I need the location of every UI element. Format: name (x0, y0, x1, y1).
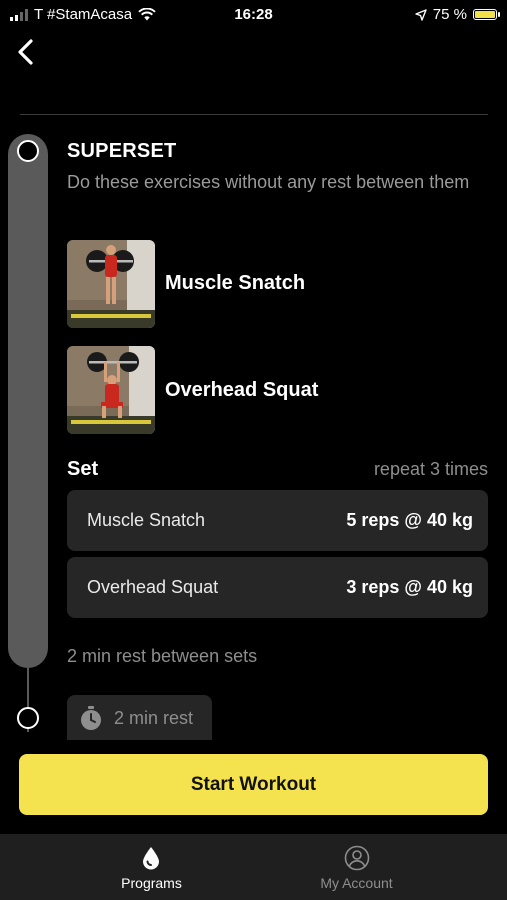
back-button[interactable] (12, 36, 40, 68)
header-divider (20, 114, 488, 115)
drop-icon (143, 847, 159, 870)
stopwatch-icon (81, 706, 101, 730)
battery-percent: 75 % (432, 6, 467, 23)
start-workout-button[interactable]: Start Workout (19, 754, 488, 815)
rest-chip: 2 min rest (67, 695, 212, 740)
exercise-thumbnail[interactable] (67, 240, 155, 328)
rest-chip-label: 2 min rest (114, 708, 194, 728)
exercise-name[interactable]: Muscle Snatch (165, 272, 305, 295)
user-icon (344, 845, 370, 871)
set-row-reps: 5 reps @ 40 kg (346, 510, 473, 530)
muscle-snatch-photo (67, 240, 155, 328)
superset-title: SUPERSET (67, 140, 177, 162)
chevron-left-icon (18, 39, 33, 65)
status-right: 75 % (415, 6, 500, 23)
overhead-squat-photo (67, 346, 155, 434)
set-row[interactable]: Overhead Squat 3 reps @ 40 kg (67, 557, 488, 618)
timeline-node-rest (17, 707, 39, 729)
tab-bar: Programs My Account (0, 834, 507, 900)
timeline-node-superset (17, 140, 39, 162)
set-row-reps: 3 reps @ 40 kg (346, 577, 473, 597)
set-heading: Set (67, 458, 99, 480)
rest-between-sets: 2 min rest between sets (67, 646, 258, 666)
superset-description: Do these exercises without any rest betw… (67, 172, 470, 192)
repeat-count: repeat 3 times (373, 459, 488, 479)
battery-icon (473, 9, 500, 20)
set-row-exercise: Overhead Squat (87, 577, 219, 597)
exercise-thumbnail[interactable] (67, 346, 155, 434)
location-arrow-icon (415, 8, 427, 21)
set-row[interactable]: Muscle Snatch 5 reps @ 40 kg (67, 490, 488, 551)
status-bar: T #StamAcasa 16:28 75 % (0, 0, 507, 30)
tab-my-account[interactable]: My Account (230, 834, 483, 900)
tab-label: My Account (320, 875, 393, 891)
timeline-rail (8, 134, 48, 668)
exercise-name[interactable]: Overhead Squat (165, 379, 318, 402)
set-row-exercise: Muscle Snatch (87, 510, 206, 530)
